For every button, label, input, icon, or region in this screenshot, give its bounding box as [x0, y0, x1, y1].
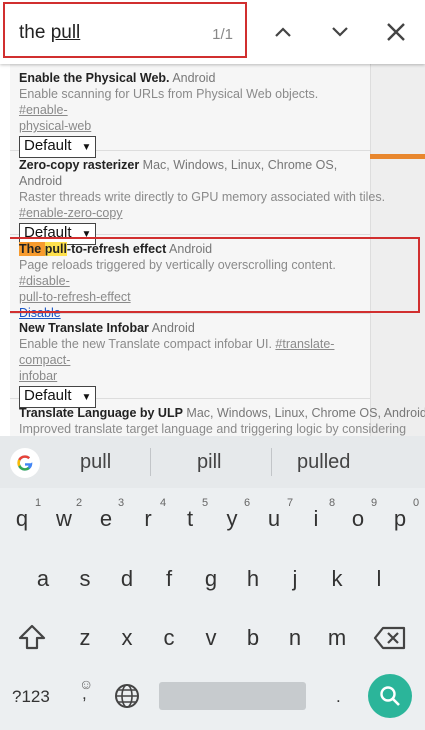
key-y[interactable]: y	[215, 506, 249, 532]
key-t[interactable]: t	[173, 506, 207, 532]
key-g[interactable]: g	[194, 566, 228, 592]
experiment-anchor-link[interactable]: #enable-	[19, 103, 68, 117]
find-input[interactable]: the pull 1/1	[3, 2, 247, 58]
key-r[interactable]: r	[131, 506, 165, 532]
key-f[interactable]: f	[152, 566, 186, 592]
key-v[interactable]: v	[194, 625, 228, 651]
key-n[interactable]: n	[278, 625, 312, 651]
shift-icon	[18, 624, 46, 650]
suggestion-divider	[150, 448, 151, 476]
symbols-key[interactable]: ?123	[12, 687, 50, 707]
experiment-anchor-link[interactable]: #enable-zero-copy	[19, 206, 123, 220]
experiment-title: Zero-copy rasterizer	[19, 158, 140, 172]
backspace-icon	[373, 626, 406, 650]
experiment-platforms: Android	[151, 321, 195, 335]
key-p[interactable]: p	[383, 506, 417, 532]
key-d[interactable]: d	[110, 566, 144, 592]
suggestion-3[interactable]: pulled	[297, 451, 350, 474]
suggestion-strip: pull pill pulled	[0, 436, 425, 488]
language-key[interactable]	[114, 683, 140, 709]
key-q[interactable]: q	[5, 506, 39, 532]
key-a[interactable]: a	[26, 566, 60, 592]
comma-key[interactable]: ,	[82, 684, 87, 704]
experiment-platforms: Mac, Windows, Linux, Chrome OS, Android	[186, 406, 425, 420]
search-key[interactable]	[368, 674, 412, 718]
flags-page: Enable the Physical Web. Android Enable …	[10, 64, 425, 436]
experiment-anchor-link-continued[interactable]: physical-web	[19, 119, 91, 133]
chevron-up-icon	[275, 27, 291, 37]
backspace-key[interactable]	[373, 626, 409, 652]
suggestion-1[interactable]: pull	[80, 451, 111, 474]
key-e[interactable]: e	[89, 506, 123, 532]
space-bar[interactable]	[159, 682, 306, 710]
key-x[interactable]: x	[110, 625, 144, 651]
key-u[interactable]: u	[257, 506, 291, 532]
period-key[interactable]: .	[336, 687, 341, 707]
key-l[interactable]: l	[362, 566, 396, 592]
key-w[interactable]: w	[47, 506, 81, 532]
search-icon	[380, 686, 400, 706]
experiment-platforms: Android	[172, 71, 216, 85]
key-i[interactable]: i	[299, 506, 333, 532]
key-j[interactable]: j	[278, 566, 312, 592]
key-h[interactable]: h	[236, 566, 270, 592]
key-m[interactable]: m	[320, 625, 354, 651]
experiment-translate-ulp: Translate Language by ULP Mac, Windows, …	[10, 399, 425, 436]
next-result-button[interactable]	[320, 14, 360, 50]
experiment-title: New Translate Infobar	[19, 321, 149, 335]
suggestion-divider	[271, 448, 272, 476]
annotation-highlight-box	[10, 237, 420, 313]
scroll-match-marker	[370, 154, 425, 159]
key-b[interactable]: b	[236, 625, 270, 651]
find-query: the pull	[19, 22, 81, 43]
key-z[interactable]: z	[68, 625, 102, 651]
chevron-down-icon	[332, 27, 348, 37]
key-o[interactable]: o	[341, 506, 375, 532]
shift-key[interactable]	[17, 623, 51, 653]
close-find-button[interactable]	[376, 14, 416, 50]
soft-keyboard: pull pill pulled 1 2 3 4 5 6 7 8 9 0 q w…	[0, 436, 425, 730]
google-logo-icon[interactable]	[10, 448, 40, 478]
experiment-translate-infobar: New Translate Infobar Android Enable the…	[10, 314, 370, 408]
experiments-list: Enable the Physical Web. Android Enable …	[10, 64, 425, 436]
experiment-description: Enable the new Translate compact infobar…	[19, 337, 272, 351]
experiment-anchor-link-continued[interactable]: infobar	[19, 369, 57, 383]
experiment-physical-web: Enable the Physical Web. Android Enable …	[10, 64, 370, 158]
suggestion-2[interactable]: pill	[197, 451, 221, 474]
find-result-count: 1/1	[212, 26, 233, 43]
experiment-title: Enable the Physical Web.	[19, 71, 170, 85]
experiment-description: Improved translate target language and t…	[19, 422, 407, 436]
globe-icon	[115, 684, 139, 708]
key-s[interactable]: s	[68, 566, 102, 592]
key-c[interactable]: c	[152, 625, 186, 651]
experiment-zero-copy: Zero-copy rasterizer Mac, Windows, Linux…	[10, 151, 386, 245]
experiment-title: Translate Language by ULP	[19, 406, 183, 420]
close-icon	[387, 23, 405, 41]
key-k[interactable]: k	[320, 566, 354, 592]
find-in-page-bar: the pull 1/1	[0, 0, 425, 64]
experiment-description: Enable scanning for URLs from Physical W…	[19, 87, 319, 101]
experiment-description: Raster threads write directly to GPU mem…	[19, 190, 386, 204]
previous-result-button[interactable]	[263, 14, 303, 50]
